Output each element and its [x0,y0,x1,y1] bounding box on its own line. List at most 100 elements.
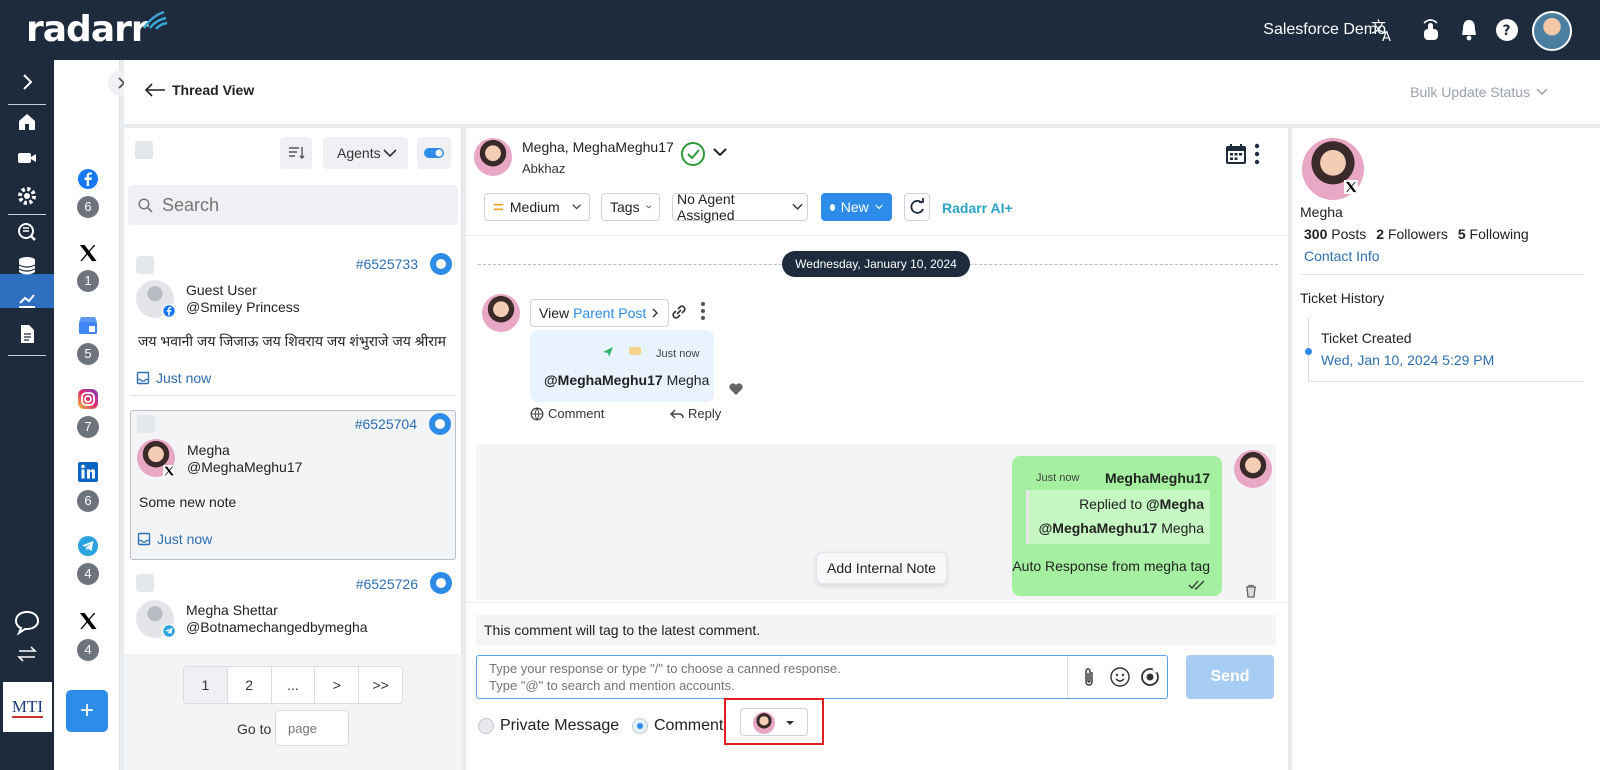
arrow-left-icon [144,83,165,97]
comment-action[interactable]: Comment [530,406,604,421]
back-button[interactable]: Thread View [144,82,254,98]
home-icon[interactable] [15,110,39,134]
channel-count: 6 [77,196,99,218]
settings-icon[interactable] [15,184,39,208]
send-button[interactable]: Send [1186,655,1274,699]
attachment-icon[interactable] [1081,666,1097,688]
chevron-down-icon [875,204,883,210]
analytics-icon[interactable] [15,288,39,312]
private-message-radio[interactable] [478,718,494,734]
instagram-icon[interactable] [77,388,99,410]
channel-column: 6 1 5 7 6 4 4 + [54,60,120,770]
chevron-down-icon[interactable] [712,146,728,158]
comment-radio[interactable] [632,718,648,734]
priority-label: Medium [509,199,560,215]
view-toggle[interactable] [417,137,451,169]
trash-icon[interactable] [1244,584,1258,598]
page-button-ellipsis[interactable]: ... [272,667,316,703]
translate-icon[interactable]: 文 A [1370,17,1396,43]
page-button-2[interactable]: 2 [228,667,272,703]
org-logo: MTI [3,682,52,732]
inbox-tray-icon [136,371,150,385]
comment-option[interactable]: Comment [632,717,723,735]
ticket-id[interactable]: #6525726 [356,576,418,592]
ticket-status-indicator [429,413,451,435]
avatar [482,294,520,332]
agent-dropdown[interactable]: No Agent Assigned [672,191,808,223]
status-label: New [840,199,869,215]
account-name[interactable]: Salesforce Demo [1263,20,1386,40]
channel-count: 4 [77,639,99,661]
view-label: View [539,305,570,321]
radarr-ai-button[interactable]: Radarr AI+ [942,200,1013,216]
followers-count: 2 [1376,226,1385,242]
ticket-id[interactable]: #6525733 [356,256,418,272]
ticket-checkbox[interactable] [136,256,154,274]
google-business-icon[interactable] [77,314,99,336]
help-icon[interactable]: ? [1494,17,1520,43]
page-button-next[interactable]: > [315,667,360,703]
more-vertical-icon[interactable] [1252,142,1262,166]
x-icon[interactable] [77,610,99,632]
goto-page-input[interactable] [275,710,349,746]
resolve-check-icon[interactable] [680,141,706,167]
database-icon[interactable] [15,254,39,278]
calendar-icon[interactable] [1224,142,1248,166]
contact-info-link[interactable]: Contact Info [1304,248,1380,264]
x-icon[interactable] [77,242,99,264]
sort-button[interactable] [280,137,312,169]
emoji-icon[interactable] [1109,666,1131,688]
swap-icon[interactable] [15,642,39,666]
ticket-checkbox[interactable] [136,574,154,592]
heart-icon[interactable] [728,382,744,396]
chevron-down-icon [1536,88,1548,96]
view-parent-post-button[interactable]: View Parent Post [530,299,670,327]
ticket-checkbox[interactable] [137,415,155,433]
ai-assist-icon[interactable] [1139,666,1161,688]
nav-divider [8,104,46,105]
tags-dropdown[interactable]: Tags [601,193,660,221]
priority-dropdown[interactable]: Medium [484,193,590,221]
account-selector[interactable] [740,708,808,736]
message-text: Auto Response from megha tag [1012,558,1210,574]
page-button-last[interactable]: >> [359,667,402,703]
touch-icon[interactable] [1418,17,1444,43]
inbox-icon[interactable] [15,220,39,244]
link-icon[interactable] [668,301,690,323]
reply-input[interactable] [489,660,1069,696]
bulk-update-status-dropdown[interactable]: Bulk Update Status [1410,84,1548,100]
ticket-item[interactable]: #6525733 Guest User @Smiley Princess जय … [130,246,456,396]
add-internal-note-tooltip[interactable]: Add Internal Note [816,552,947,584]
globe-icon [530,407,544,420]
ticket-id[interactable]: #6525704 [355,416,417,432]
facebook-icon[interactable] [77,168,99,190]
private-message-option[interactable]: Private Message [478,717,619,735]
message-author: MeghaMeghu17 [1104,470,1210,486]
expand-icon[interactable] [15,70,39,94]
reply-action[interactable]: Reply [670,406,721,421]
more-vertical-icon[interactable] [698,300,708,322]
status-dropdown[interactable]: New [821,193,892,221]
ticket-item[interactable]: #6525726 Megha Shettar @Botnamechangedby… [130,572,456,652]
telegram-icon[interactable] [77,535,99,557]
facebook-icon [162,304,176,318]
ticket-item-selected[interactable]: #6525704 Megha @MeghaMeghu17 Some new no… [130,410,456,560]
page-button-1[interactable]: 1 [184,667,228,703]
bell-icon[interactable] [1456,17,1482,43]
select-all-checkbox[interactable] [135,141,153,159]
org-logo-text: MTI [11,697,44,718]
search-input[interactable] [162,193,442,217]
user-avatar[interactable] [1532,11,1572,51]
document-icon[interactable] [15,322,39,346]
video-icon[interactable] [15,146,39,170]
agents-filter-dropdown[interactable]: Agents [323,137,408,169]
toggle-icon [424,148,444,158]
refresh-button[interactable] [904,193,930,221]
conversation-location: Abkhaz [522,161,566,176]
ticket-author: Guest User @Smiley Princess [186,282,300,316]
chat-icon[interactable] [13,608,41,636]
followers-stat: 2 Followers [1376,226,1448,242]
linkedin-icon[interactable] [77,461,99,483]
radarr-logo[interactable]: radarr [26,10,168,50]
add-button[interactable]: + [66,690,108,732]
